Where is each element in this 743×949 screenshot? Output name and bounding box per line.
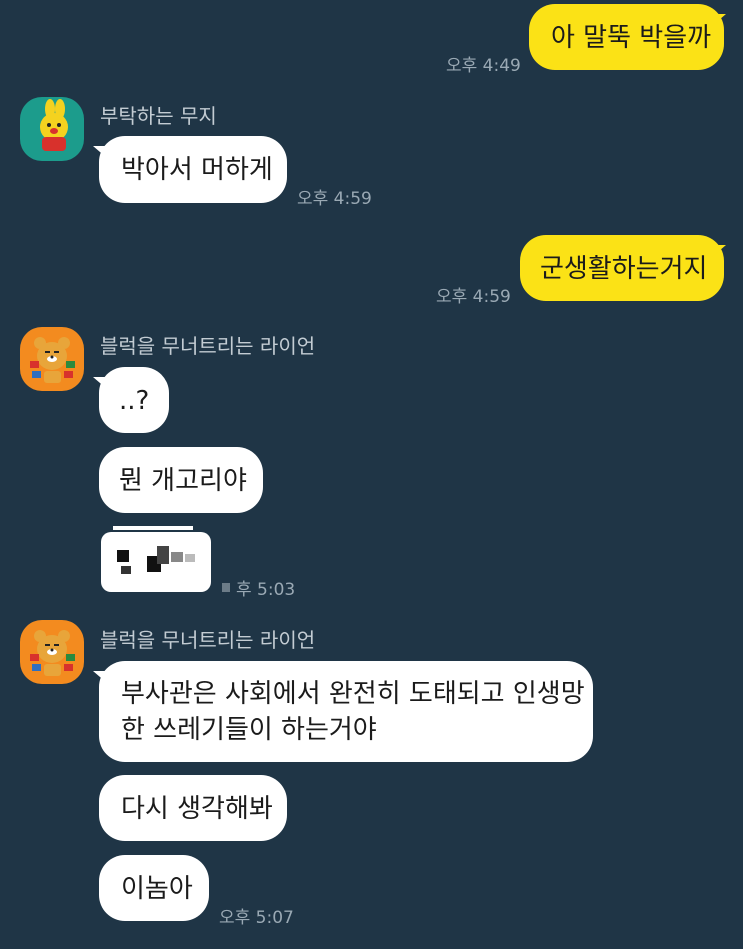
their-message-bubble[interactable]: 뭔 개고리야: [99, 447, 263, 513]
their-message-bubble[interactable]: ..?: [99, 367, 169, 433]
chat-screen: { "colors": { "background": "#1f3546", "…: [0, 0, 743, 949]
message-time: 후 5:03: [236, 580, 296, 600]
bubble-tail: [712, 245, 726, 257]
bubble-tail: [93, 377, 107, 389]
censored-image[interactable]: [101, 526, 211, 592]
message-time: 오후 5:07: [219, 908, 294, 928]
message-text: 군생활하는거지: [540, 254, 708, 284]
their-message-bubble[interactable]: 부사관은 사회에서 완전히 도태되고 인생망 한 쓰레기들이 하는거야: [99, 661, 593, 762]
ryan-avatar[interactable]: [20, 327, 84, 391]
sender-name: 블럭을 무너트리는 라이언: [100, 334, 316, 358]
message-time: 오후 4:59: [297, 189, 372, 209]
message-time: 오후 4:49: [446, 56, 521, 76]
my-message-bubble[interactable]: 아 말뚝 박을까: [529, 4, 724, 70]
ryan-avatar[interactable]: [20, 620, 84, 684]
message-time: 오후 4:59: [436, 287, 511, 307]
muzi-avatar[interactable]: [20, 97, 84, 161]
message-text: 다시 생각해봐: [121, 794, 273, 824]
message-text-line-1: 부사관은 사회에서 완전히 도태되고 인생망: [121, 679, 585, 709]
message-text: 아 말뚝 박을까: [551, 23, 712, 53]
bubble-tail: [93, 146, 107, 158]
pixel-fragment: [222, 583, 230, 592]
my-message-bubble[interactable]: 군생활하는거지: [520, 235, 724, 301]
message-text: 이놈아: [121, 874, 193, 904]
their-message-bubble[interactable]: 이놈아: [99, 855, 209, 921]
their-message-bubble[interactable]: 박아서 머하게: [99, 136, 287, 203]
sender-name: 부탁하는 무지: [100, 104, 217, 128]
message-text-line-2: 한 쓰레기들이 하는거야: [121, 715, 377, 745]
bubble-tail: [712, 14, 726, 26]
their-message-bubble[interactable]: 다시 생각해봐: [99, 775, 287, 841]
message-text: 박아서 머하게: [121, 155, 273, 185]
sender-name: 블럭을 무너트리는 라이언: [100, 628, 316, 652]
message-text: 뭔 개고리야: [119, 466, 247, 496]
bubble-tail: [93, 671, 107, 683]
message-text: ..?: [119, 386, 150, 416]
